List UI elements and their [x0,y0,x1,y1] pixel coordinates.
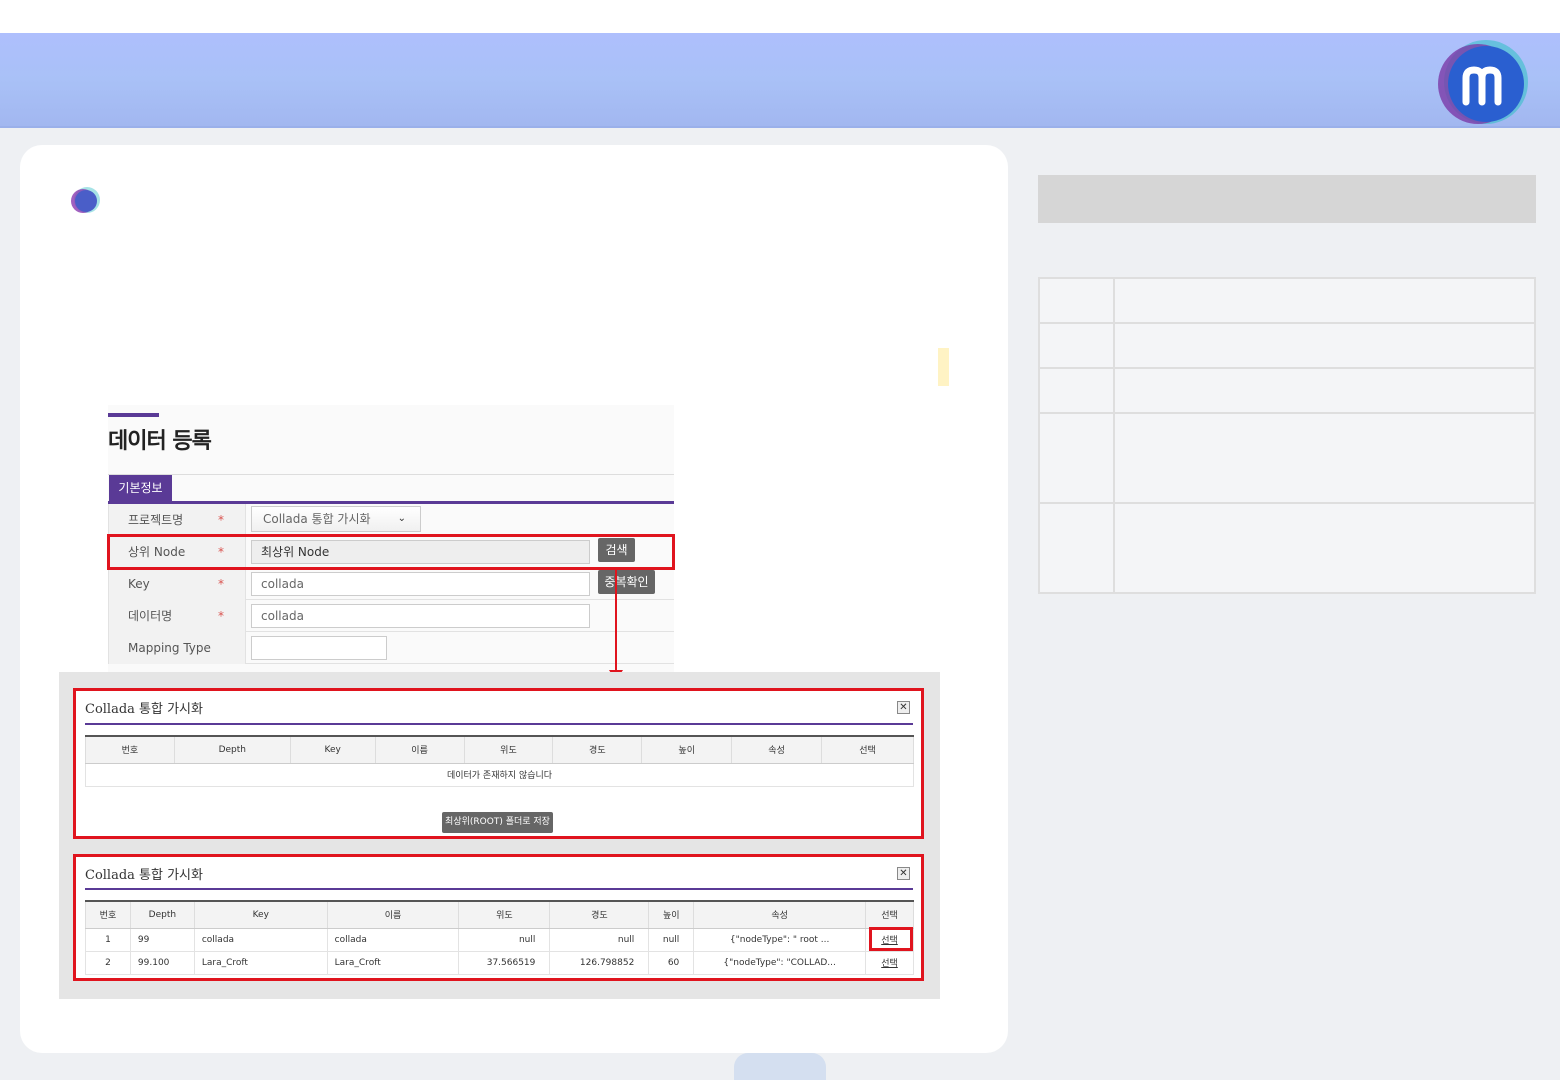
info-cell [1038,412,1115,504]
page-title: 데이터 등록 [108,429,212,454]
header-banner [0,33,1560,128]
form-row-data-name: 데이터명 * collada [108,600,674,632]
info-cell [1038,322,1115,369]
tab-baseline [108,474,674,475]
field-label-mapping-type: Mapping Type [108,632,246,664]
circle-bullet-icon [71,187,100,213]
info-cell [1113,412,1536,504]
select-link-highlight [869,927,913,951]
form-row-project: 프로젝트명 * Collada 통합 가시화 ⌄ [108,504,674,536]
right-header-bar [1038,175,1536,223]
field-label-project: 프로젝트명 [108,504,246,536]
form-row-mapping-type: Mapping Type [108,632,674,664]
parent-node-highlight [107,534,675,570]
info-cell [1113,322,1536,369]
field-label-data-name: 데이터명 [108,600,246,632]
info-cell [1113,367,1536,414]
mapping-type-input[interactable] [251,636,387,660]
right-info-table [1038,277,1536,594]
required-mark: * [218,513,224,527]
info-cell [1038,367,1115,414]
tab-basic-info[interactable]: 기본정보 [109,475,172,502]
info-cell [1038,277,1115,324]
title-accent-bar [108,413,159,417]
project-select-value: Collada 통합 가시화 [263,512,371,526]
highlight-marker [938,348,949,386]
caret-down-icon: ⌄ [397,513,406,524]
required-mark: * [218,609,224,623]
form-row-key: Key * collada 중복확인 [108,568,674,600]
page-indicator[interactable] [734,1053,826,1080]
popup-data-highlight [73,854,924,981]
m-logo-icon [1438,40,1528,124]
popup-empty-highlight [73,688,924,839]
duplicate-check-button[interactable]: 중복확인 [598,570,655,594]
info-cell [1113,277,1536,324]
info-cell [1113,502,1536,594]
flow-arrow-line [615,569,617,672]
data-name-input[interactable]: collada [251,604,590,628]
top-strip [0,0,1560,33]
project-select[interactable]: Collada 통합 가시화 ⌄ [251,506,421,532]
required-mark: * [218,577,224,591]
key-input[interactable]: collada [251,572,590,596]
field-label-key: Key [108,568,246,600]
info-cell [1038,502,1115,594]
